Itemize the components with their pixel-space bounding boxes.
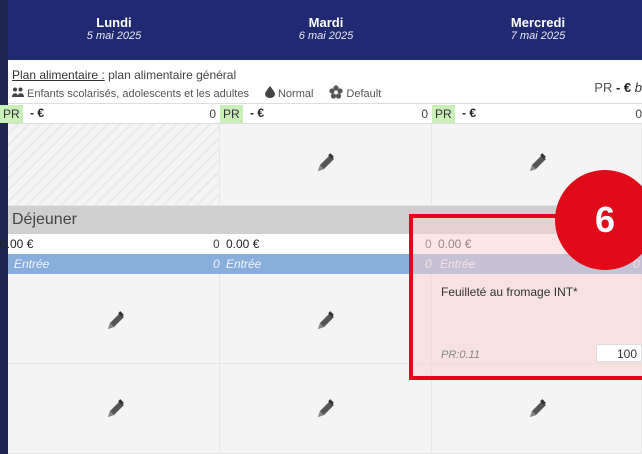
pr-euro: - € — [30, 106, 45, 120]
plan-details: Enfants scolarisés, adolescents et les a… — [12, 85, 381, 102]
pencil-icon[interactable] — [315, 152, 337, 174]
pr-badge: PR — [432, 105, 455, 123]
breakfast-row — [8, 124, 642, 206]
day-column-monday[interactable]: Lundi 5 mai 2025 — [8, 0, 220, 60]
pencil-icon[interactable] — [527, 398, 549, 420]
cost-zero: 0 — [209, 107, 216, 121]
flower-icon — [329, 85, 344, 102]
meal-planner: Lundi 5 mai 2025 Mardi 6 mai 2025 Mercre… — [0, 0, 642, 454]
pencil-icon[interactable] — [315, 398, 337, 420]
day-name: Mercredi — [510, 15, 566, 30]
dish-name[interactable]: Feuilleté au fromage INT* — [441, 285, 578, 299]
day-name: Mardi — [308, 15, 344, 30]
pr-summary-value: - € — [615, 80, 632, 95]
pr-summary: PR - € b — [594, 80, 642, 95]
pr-badge: PR — [0, 105, 23, 123]
edit-cell[interactable] — [220, 124, 432, 206]
quantity-input[interactable]: 100 — [596, 344, 642, 362]
plan-info-bar: Plan alimentaire : plan alimentaire géné… — [8, 60, 642, 104]
day-name: Lundi — [96, 15, 132, 30]
amount-zero: 0 — [213, 237, 220, 251]
plan-value: plan alimentaire général — [108, 68, 237, 82]
cost-zero: 0 — [421, 107, 428, 121]
pr-summary-prefix: PR — [594, 80, 613, 95]
course-count: 0 — [213, 257, 220, 271]
pr-euro: - € — [462, 106, 477, 120]
pencil-icon[interactable] — [527, 152, 549, 174]
pencil-icon[interactable] — [105, 398, 127, 420]
edit-cell[interactable] — [8, 364, 220, 454]
course-label: Entrée — [14, 257, 50, 271]
edit-cell[interactable] — [8, 274, 220, 364]
cost-cell: PR - € 0 — [0, 104, 220, 124]
texture-text: Normal — [277, 87, 314, 100]
cost-zero: 0 — [635, 107, 642, 121]
cost-cell: PR - € 0 — [220, 104, 432, 124]
pencil-icon[interactable] — [315, 310, 337, 332]
audience-text: Enfants scolarisés, adolescents et les a… — [27, 87, 249, 100]
disabled-cell — [8, 124, 220, 206]
course-label: Entrée — [226, 257, 262, 271]
drop-icon — [264, 86, 275, 101]
dish-pr: PR:0.11 — [441, 349, 480, 361]
plan-label[interactable]: Plan alimentaire : — [12, 68, 105, 82]
profile-text: Default — [346, 87, 382, 100]
section-title: Déjeuner — [12, 211, 77, 228]
people-icon — [12, 87, 24, 100]
day-header: Lundi 5 mai 2025 Mardi 6 mai 2025 Mercre… — [8, 0, 642, 60]
amount-value: 0.00 € — [0, 237, 34, 251]
amount-value: 0.00 € — [226, 237, 260, 251]
plan-line: Plan alimentaire : plan alimentaire géné… — [12, 68, 236, 82]
edit-cell[interactable] — [220, 274, 432, 364]
day-column-tuesday[interactable]: Mardi 6 mai 2025 — [220, 0, 432, 60]
day-date: 5 mai 2025 — [86, 30, 142, 42]
day-column-wednesday[interactable]: Mercredi 7 mai 2025 — [432, 0, 642, 60]
pr-badge: PR — [220, 105, 243, 123]
edit-cell[interactable] — [220, 364, 432, 454]
pencil-icon[interactable] — [105, 310, 127, 332]
cost-cell: PR - € 0 — [432, 104, 642, 124]
day-date: 6 mai 2025 — [298, 30, 354, 42]
left-border — [0, 0, 8, 454]
pr-summary-tail: b — [634, 80, 642, 95]
cost-row: PR - € 0 PR - € 0 PR - € 0 — [0, 104, 642, 124]
pr-euro: - € — [250, 106, 265, 120]
day-date: 7 mai 2025 — [510, 30, 566, 42]
